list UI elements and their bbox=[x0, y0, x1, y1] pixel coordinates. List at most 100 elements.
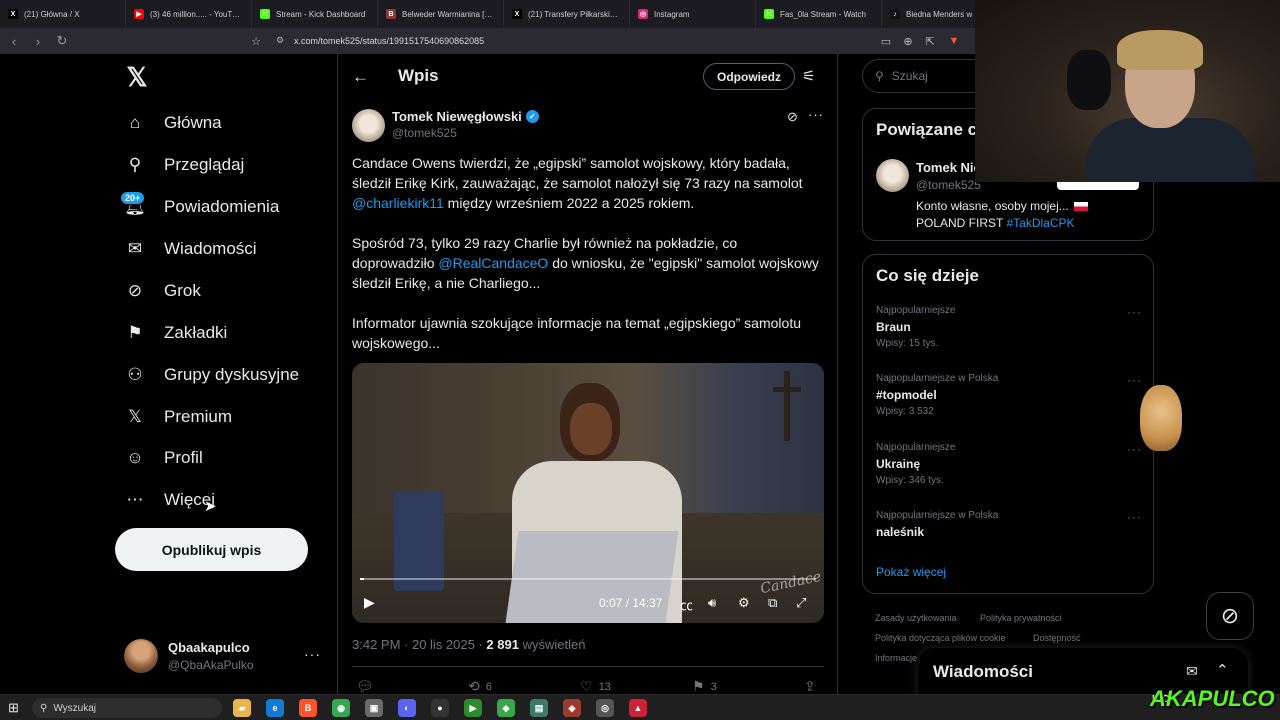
bookmark-action[interactable]: ⚑ 3 bbox=[692, 678, 717, 695]
brave-icon[interactable]: B bbox=[299, 699, 317, 717]
browser-tab[interactable]: ◎ Instagram bbox=[630, 0, 756, 28]
footer-link[interactable]: Polityka prywatności bbox=[980, 613, 1062, 623]
avatar[interactable] bbox=[876, 159, 909, 192]
more-icon[interactable]: ··· bbox=[1127, 373, 1142, 387]
settings-icon[interactable]: ⚙ bbox=[738, 595, 750, 611]
sidebar-item-profile[interactable]: ☺ Profil bbox=[122, 440, 203, 476]
address-bar[interactable]: ⚙ x.com/tomek525/status/1991517540690862… bbox=[270, 31, 970, 51]
browser-tab[interactable]: X (21) Transfery Piłkarskie w bbox=[504, 0, 630, 28]
app-icon[interactable]: ◈ bbox=[563, 699, 581, 717]
share-action[interactable]: ⇪ bbox=[804, 678, 816, 695]
chrome-icon[interactable]: ◉ bbox=[332, 699, 350, 717]
share-icon[interactable]: ⇱ bbox=[922, 33, 938, 49]
account-more-icon[interactable]: ··· bbox=[304, 646, 321, 662]
video-progress-bar[interactable] bbox=[360, 578, 816, 580]
app-icon[interactable]: ▤ bbox=[530, 699, 548, 717]
sidebar-item-x-premium[interactable]: 𝕏 Premium bbox=[122, 399, 232, 435]
show-more-link[interactable]: Pokaż więcej bbox=[876, 565, 946, 579]
browser-tab[interactable]: B Belweder Warmianina [Kon bbox=[378, 0, 504, 28]
sidebar-item-grok[interactable]: ⊘ Grok bbox=[122, 273, 201, 309]
browser-tab[interactable]: K Stream - Kick Dashboard bbox=[252, 0, 378, 28]
more-icon[interactable]: ··· bbox=[1127, 442, 1142, 456]
trend-item[interactable]: Najpopularniejsze Braun Wpisy: 15 tys. ··· bbox=[876, 305, 1142, 349]
webcam-shirt bbox=[1085, 118, 1255, 182]
sidebar-item-home[interactable]: ⌂ Główna bbox=[122, 105, 222, 141]
captions-icon[interactable]: ㏄ bbox=[680, 595, 693, 614]
x-logo-icon[interactable]: 𝕏 bbox=[124, 62, 150, 92]
like-action[interactable]: ♡ 13 bbox=[580, 678, 611, 695]
sidebar-item-search[interactable]: ⚲ Przeglądaj bbox=[122, 147, 245, 183]
browser-tab[interactable]: X (21) Główna / X bbox=[0, 0, 126, 28]
instagram-favicon: ◎ bbox=[638, 9, 648, 19]
bookmark-page-icon[interactable]: ☆ bbox=[248, 33, 264, 49]
app-icon[interactable]: ▲ bbox=[629, 699, 647, 717]
sidebar-item-bell[interactable]: 🔔︎ Powiadomienia bbox=[122, 189, 279, 225]
related-handle[interactable]: @tomek525 bbox=[916, 178, 981, 192]
author-name[interactable]: Tomek Niewęgłowski ✓ bbox=[392, 109, 539, 124]
post-timestamp[interactable]: 3:42 PM · 20 lis 2025 · bbox=[352, 637, 486, 652]
post-button[interactable]: Opublikuj wpis bbox=[115, 528, 308, 571]
grok-icon[interactable]: ⊘ bbox=[787, 109, 798, 125]
browser-tab[interactable]: ▶ (3) 46 million..... - YouTube bbox=[126, 0, 252, 28]
compose-message-icon[interactable]: ✉ bbox=[1186, 663, 1198, 680]
zoom-icon[interactable]: ⊕ bbox=[900, 33, 916, 49]
footer-link[interactable]: Dostępność bbox=[1033, 633, 1081, 643]
mention-link[interactable]: @RealCandaceO bbox=[438, 255, 548, 271]
sidebar-item-bookmark[interactable]: ⚑ Zakładki bbox=[122, 315, 227, 351]
trend-item[interactable]: Najpopularniejsze w Polska #topmodel Wpisy… bbox=[876, 373, 1142, 417]
obs-icon[interactable]: ● bbox=[431, 699, 449, 717]
pip-icon[interactable]: ⧉ bbox=[768, 595, 777, 611]
expand-icon[interactable]: ⌃ bbox=[1216, 661, 1229, 679]
file-explorer-icon[interactable]: ▰ bbox=[233, 699, 251, 717]
screen-icon[interactable]: ▭ bbox=[878, 33, 894, 49]
grok-fab-icon[interactable]: ⊘ bbox=[1206, 592, 1254, 640]
fullscreen-icon[interactable]: ⤢ bbox=[796, 595, 806, 611]
author-handle[interactable]: @tomek525 bbox=[392, 126, 457, 140]
taskbar-search-placeholder: Wyszukaj bbox=[53, 702, 97, 714]
trend-item[interactable]: Najpopularniejsze Ukrainę Wpisy: 346 tys. ·… bbox=[876, 442, 1142, 486]
hashtag-link[interactable]: #TakDlaCPK bbox=[1006, 216, 1074, 230]
related-name[interactable]: Tomek Nie bbox=[916, 160, 981, 175]
footer-link[interactable]: Polityka dotycząca plików cookie bbox=[875, 633, 1006, 643]
reply-button[interactable]: Odpowiedz bbox=[703, 63, 795, 90]
more-icon[interactable]: ··· bbox=[1127, 305, 1142, 319]
windows-start-icon[interactable]: ⊞ bbox=[8, 700, 19, 716]
youtube-favicon: ▶ bbox=[134, 9, 144, 19]
webcam-overlay bbox=[975, 0, 1280, 182]
play-icon[interactable]: ▶ bbox=[364, 594, 375, 611]
app-icon[interactable]: ▶ bbox=[464, 699, 482, 717]
app-icon[interactable]: ◆ bbox=[497, 699, 515, 717]
app-icon[interactable]: ◎ bbox=[596, 699, 614, 717]
sidebar-item-label: Profil bbox=[164, 448, 203, 467]
back-arrow-icon[interactable]: ← bbox=[352, 67, 369, 87]
video-player[interactable]: Candace ▶ 0:07 / 14:37 ㏄ 🔊︎ ⚙ ⧉ ⤢ bbox=[352, 363, 824, 623]
mention-link[interactable]: @charliekirk11 bbox=[352, 195, 444, 211]
more-icon[interactable]: ··· bbox=[808, 107, 824, 122]
app-icon[interactable]: ▣ bbox=[365, 699, 383, 717]
video-frame-cross bbox=[784, 371, 790, 441]
sidebar-item-mail[interactable]: ✉ Wiadomości bbox=[122, 231, 257, 267]
discord-icon[interactable]: ◐ bbox=[398, 699, 416, 717]
browser-tab[interactable]: K Fas_0la Stream - Watch bbox=[756, 0, 882, 28]
filter-icon[interactable]: ⚟ bbox=[802, 67, 815, 85]
reply-action[interactable]: 💬︎ bbox=[356, 678, 380, 695]
brave-shield-icon[interactable]: ▼ bbox=[946, 33, 962, 49]
post-meta: 3:42 PM · 20 lis 2025 · 2 891 wyświetleń bbox=[352, 637, 585, 652]
repost-action[interactable]: ⟲ 6 bbox=[468, 678, 492, 695]
forward-icon[interactable]: › bbox=[28, 31, 48, 51]
sidebar-item-communities[interactable]: ⚇ Grupy dyskusyjne bbox=[122, 357, 299, 393]
footer-link[interactable]: Informacje bbox=[875, 653, 917, 663]
sidebar-item-more-circle[interactable]: ⋯ Więcej bbox=[122, 482, 216, 518]
author-avatar[interactable] bbox=[352, 109, 385, 142]
account-switcher[interactable]: Qbaakapulco @QbaAkaPulko ··· bbox=[124, 638, 324, 678]
volume-icon[interactable]: 🔊︎ bbox=[708, 595, 716, 611]
back-icon[interactable]: ‹ bbox=[4, 31, 24, 51]
footer-link[interactable]: Zasady użytkowania bbox=[875, 613, 957, 623]
trend-count: Wpisy: 3 532 bbox=[876, 406, 934, 417]
edge-icon[interactable]: e bbox=[266, 699, 284, 717]
taskbar-search-input[interactable]: ⚲ Wyszukaj bbox=[32, 698, 222, 718]
more-icon[interactable]: ··· bbox=[1127, 510, 1142, 524]
site-info-icon[interactable]: ⚙ bbox=[276, 35, 284, 46]
trend-item[interactable]: Najpopularniejsze w Polska naleśnik ··· bbox=[876, 510, 1142, 543]
reload-icon[interactable]: ↻ bbox=[52, 31, 72, 51]
